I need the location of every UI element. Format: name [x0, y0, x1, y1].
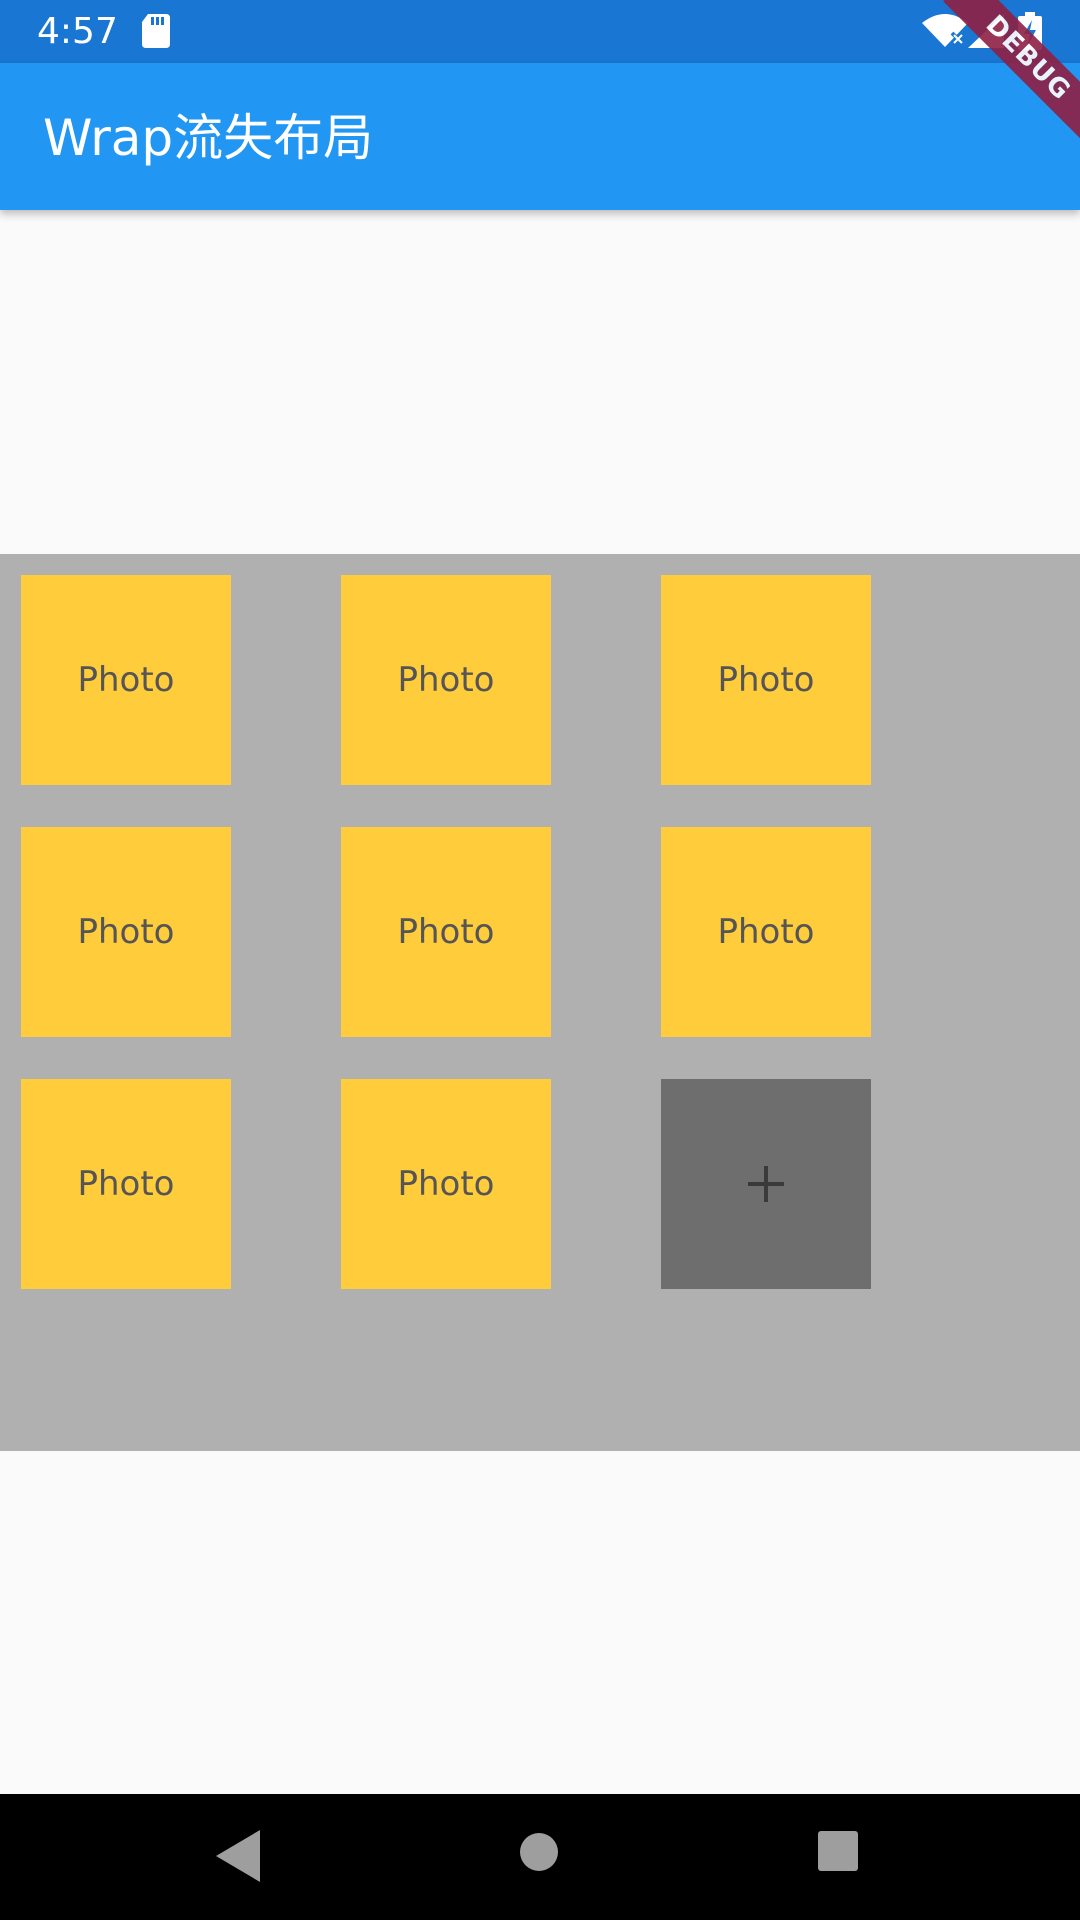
- plus-icon: [748, 1166, 784, 1202]
- status-time: 4:57: [37, 11, 118, 52]
- back-icon[interactable]: [216, 1830, 260, 1882]
- photo-tile[interactable]: Photo: [341, 1079, 551, 1289]
- photo-tile[interactable]: Photo: [661, 827, 871, 1037]
- app-bar: Wrap流失布局: [0, 63, 1080, 210]
- wrap-container: Photo Photo Photo Photo Photo Photo Phot…: [0, 554, 1080, 1451]
- debug-label: DEBUG: [943, 0, 1080, 143]
- debug-banner: DEBUG: [930, 0, 1080, 150]
- home-icon[interactable]: [519, 1832, 559, 1872]
- page-title: Wrap流失布局: [43, 109, 374, 167]
- photo-tile[interactable]: Photo: [21, 575, 231, 785]
- photo-tile[interactable]: Photo: [661, 575, 871, 785]
- recents-icon[interactable]: [818, 1831, 858, 1871]
- sd-card-icon: [142, 14, 170, 48]
- navigation-bar: [0, 1794, 1080, 1920]
- status-bar: 4:57: [0, 0, 1080, 63]
- photo-tile[interactable]: Photo: [21, 1079, 231, 1289]
- add-photo-button[interactable]: [661, 1079, 871, 1289]
- photo-tile[interactable]: Photo: [341, 575, 551, 785]
- photo-tile[interactable]: Photo: [341, 827, 551, 1037]
- photo-tile[interactable]: Photo: [21, 827, 231, 1037]
